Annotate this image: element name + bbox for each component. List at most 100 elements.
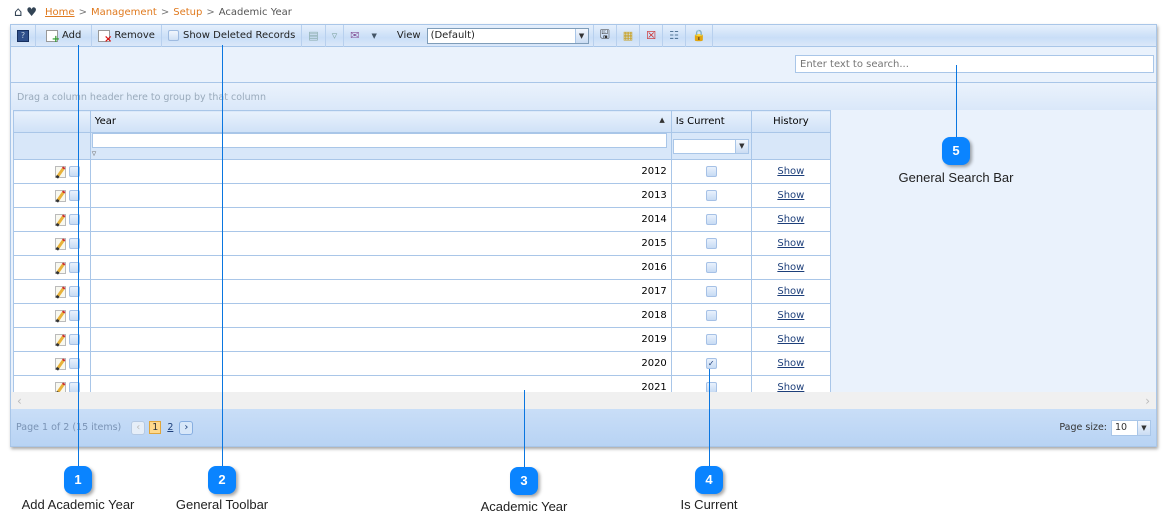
is-current-checkbox — [705, 333, 717, 345]
page-size-value: 10 — [1115, 421, 1128, 433]
view-selected-value: (Default) — [430, 29, 475, 41]
table-row: 2020 ✓ Show — [13, 351, 832, 376]
save-view-button[interactable]: 🖫 — [594, 24, 617, 47]
page-2[interactable]: 2 — [165, 422, 175, 433]
lock-button[interactable]: 🔒 — [686, 24, 713, 47]
horizontal-scrollbar[interactable]: ‹ › — [11, 392, 1156, 409]
view-select[interactable]: (Default) ▼ — [426, 27, 589, 44]
history-show-link[interactable]: Show — [777, 286, 804, 297]
year-cell: 2018 — [89, 303, 672, 328]
edit-pencil-icon[interactable] — [54, 285, 66, 298]
table-row: 2012 Show — [13, 159, 832, 184]
history-show-link[interactable]: Show — [777, 190, 804, 201]
history-show-link[interactable]: Show — [777, 334, 804, 345]
is-current-checkbox — [705, 285, 717, 297]
edit-pencil-icon[interactable] — [54, 213, 66, 226]
edit-pencil-icon[interactable] — [54, 261, 66, 274]
callout-line-1 — [78, 45, 79, 467]
edit-pencil-icon[interactable] — [54, 237, 66, 250]
page-size-select[interactable]: 10 ▼ — [1111, 419, 1151, 436]
column-header-is-current[interactable]: Is Current — [670, 110, 752, 133]
help-button[interactable]: ? — [11, 24, 36, 47]
edit-pencil-icon[interactable] — [54, 333, 66, 346]
remove-button[interactable]: × Remove — [92, 24, 162, 47]
is-current-checkbox: ✓ — [705, 357, 717, 369]
page-1[interactable]: 1 — [149, 421, 162, 434]
search-row — [11, 48, 1156, 83]
column-header-year[interactable]: Year ▲ — [89, 110, 672, 133]
general-search-input[interactable] — [795, 55, 1154, 73]
scroll-right-icon[interactable]: › — [1145, 394, 1150, 408]
add-button[interactable]: + Add — [36, 24, 93, 47]
history-show-link[interactable]: Show — [777, 238, 804, 249]
callout-caption-3: Academic Year — [480, 499, 568, 514]
history-show-link[interactable]: Show — [777, 262, 804, 273]
year-filter-input[interactable] — [91, 133, 667, 148]
callout-line-4 — [709, 369, 710, 466]
history-show-link[interactable]: Show — [777, 166, 804, 177]
new-view-button[interactable]: ▦ — [617, 24, 641, 47]
is-current-checkbox — [705, 261, 717, 273]
add-label: Add — [62, 30, 82, 41]
edit-pencil-icon[interactable] — [54, 309, 66, 322]
is-current-filter-select[interactable]: ▼ — [672, 138, 749, 154]
filter-cell-empty — [750, 132, 832, 160]
delete-view-button[interactable]: ☒ — [640, 24, 664, 47]
export-dropdown[interactable]: ▼ — [365, 25, 382, 47]
breadcrumb-current: Academic Year — [218, 6, 292, 18]
export-button[interactable]: ✉ — [344, 25, 365, 47]
column-chooser-icon: ▤ — [308, 29, 319, 42]
breadcrumb-setup[interactable]: Setup — [173, 7, 202, 18]
is-current-checkbox — [705, 213, 717, 225]
breadcrumb-separator: > — [206, 6, 215, 18]
callout-caption-2: General Toolbar — [175, 497, 269, 512]
favorite-heart-icon[interactable]: ♥ — [26, 5, 37, 19]
is-current-checkbox — [705, 237, 717, 249]
year-cell: 2012 — [89, 159, 672, 184]
lock-icon: 🔒 — [691, 29, 706, 42]
breadcrumb-home[interactable]: Home — [45, 7, 75, 18]
pager-summary: Page 1 of 2 (15 items) — [16, 422, 122, 433]
home-icon[interactable]: ⌂ — [14, 5, 22, 20]
group-by-panel[interactable]: Drag a column header here to group by th… — [11, 84, 1156, 110]
history-show-link[interactable]: Show — [777, 358, 804, 369]
view-label: View — [396, 30, 421, 41]
show-deleted-checkbox[interactable] — [167, 30, 179, 41]
year-cell: 2014 — [89, 207, 672, 232]
callout-badge-2: 2 — [208, 466, 236, 494]
breadcrumb-management[interactable]: Management — [91, 7, 157, 18]
history-show-link[interactable]: Show — [777, 214, 804, 225]
table-row: 2016 Show — [13, 255, 832, 280]
chevron-down-icon: ▼ — [371, 31, 377, 40]
show-deleted-toggle[interactable]: Show Deleted Records — [162, 24, 303, 47]
callout-caption-4: Is Current — [680, 497, 738, 512]
table-row: 2017 Show — [13, 279, 832, 304]
callout-badge-3: 3 — [510, 467, 538, 495]
view-settings-button[interactable]: ☷ — [663, 24, 686, 47]
year-cell: 2017 — [89, 279, 672, 304]
callout-badge-4: 4 — [695, 466, 723, 494]
delete-view-icon: ☒ — [646, 29, 657, 42]
scroll-left-icon[interactable]: ‹ — [17, 394, 22, 408]
filter-button[interactable]: ▿ — [326, 24, 345, 47]
column-header-history[interactable]: History — [750, 110, 832, 133]
chevron-down-icon: ▼ — [734, 139, 748, 153]
is-current-checkbox — [705, 165, 717, 177]
chevron-down-icon: ▼ — [1137, 420, 1150, 435]
callout-line-5 — [956, 65, 957, 137]
history-show-link[interactable]: Show — [777, 310, 804, 321]
edit-pencil-icon[interactable] — [54, 357, 66, 370]
previous-page-button[interactable]: ‹ — [131, 420, 146, 435]
export-icon: ✉ — [350, 29, 360, 42]
column-header-year-label: Year — [94, 116, 116, 127]
table-row: 2013 Show — [13, 183, 832, 208]
next-page-button[interactable]: › — [179, 420, 194, 435]
table-row: 2014 Show — [13, 207, 832, 232]
filter-icon[interactable]: ▿ — [92, 149, 97, 159]
edit-pencil-icon[interactable] — [54, 189, 66, 202]
academic-year-grid: Year ▲ Is Current History ▿ ▼ 2012 Show 2… — [13, 110, 832, 400]
callout-caption-5: General Search Bar — [898, 170, 1014, 185]
edit-pencil-icon[interactable] — [54, 165, 66, 178]
column-chooser-button[interactable]: ▤ — [302, 24, 326, 47]
year-cell: 2019 — [89, 327, 672, 352]
